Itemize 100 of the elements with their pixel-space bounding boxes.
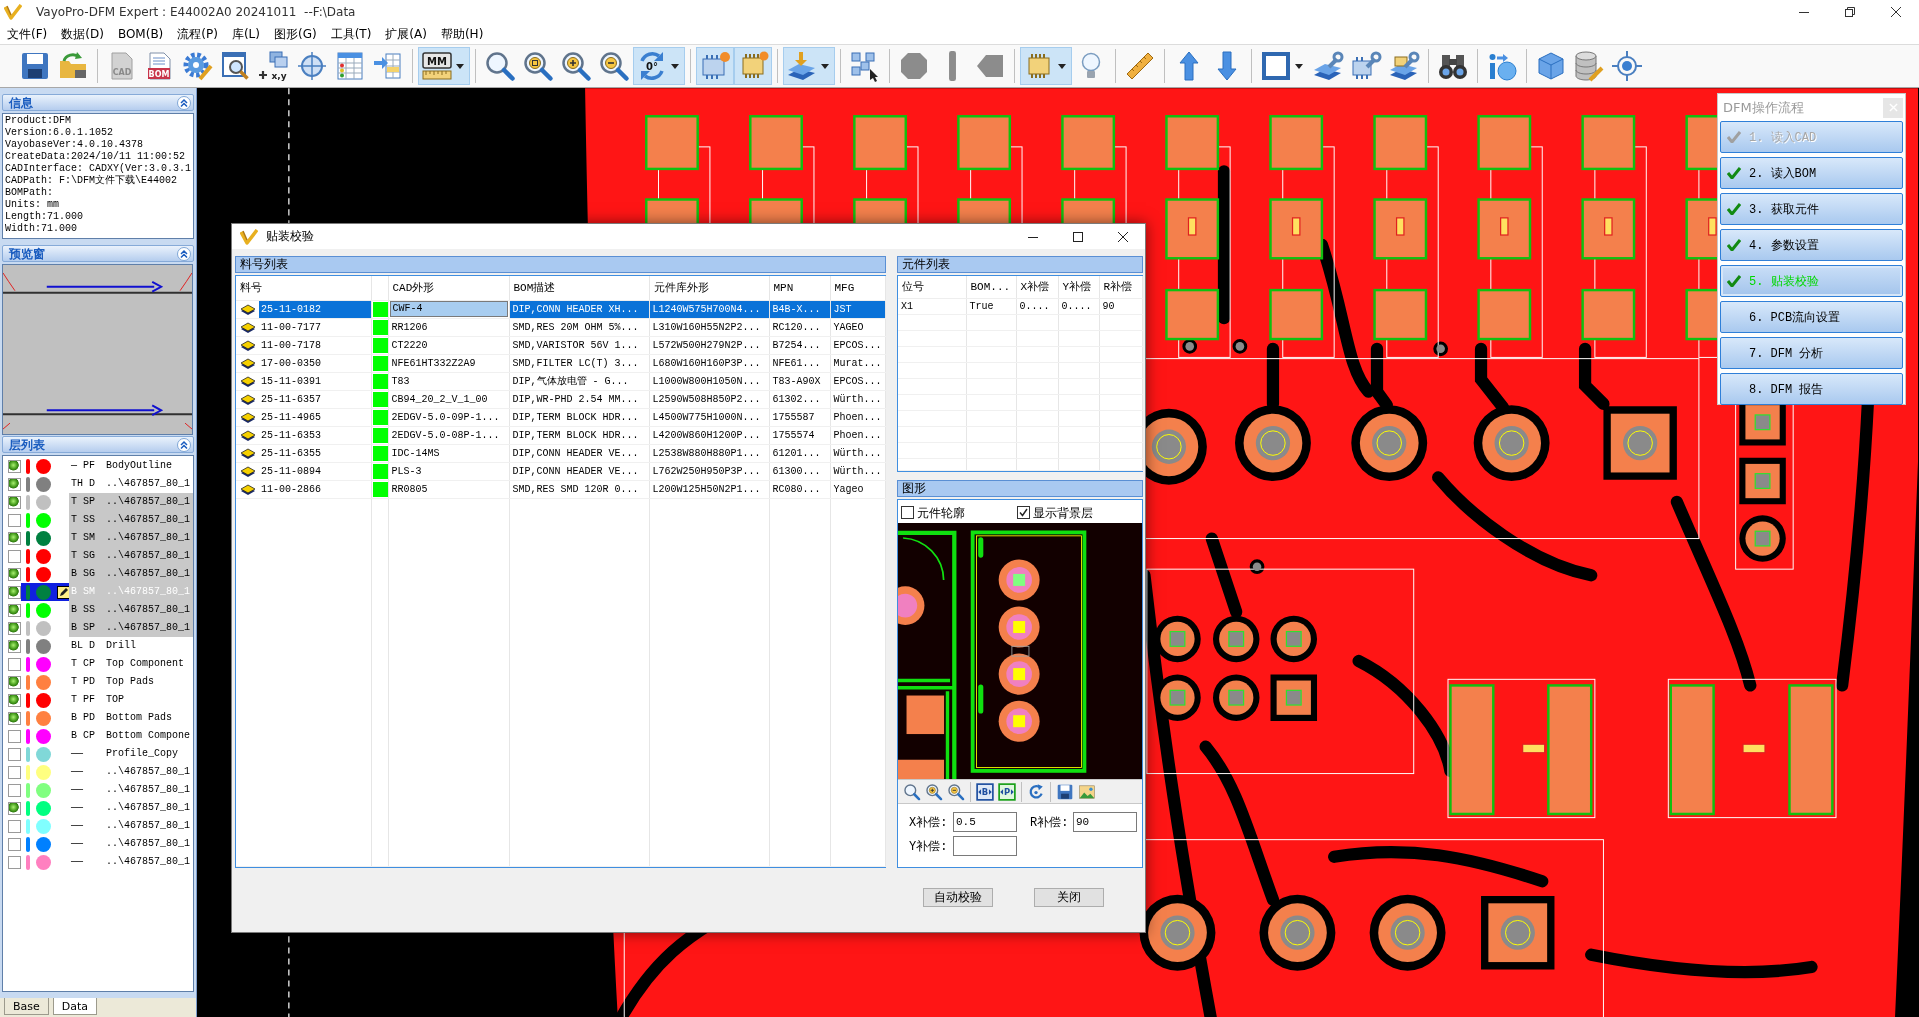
menu-item[interactable]: 数据(D) [54,24,111,44]
layer-visibility-checkbox[interactable] [8,531,21,545]
layer-type[interactable]: B PD [69,709,106,727]
layer-visibility-checkbox[interactable] [8,783,21,797]
column-header[interactable]: Y补偿 [1058,276,1099,298]
layer-type[interactable]: —— [69,835,106,853]
cad-shape-edit-field[interactable]: CWF-4 [389,301,508,317]
layer-name[interactable]: ..\467857_80_1 [106,601,193,619]
layer-name[interactable]: ..\467857_80_1 [106,475,193,493]
checkbox[interactable] [901,506,914,520]
layer-type[interactable]: T CP [69,655,106,673]
workflow-step-button[interactable]: 6. PCB流向设置 [1720,301,1903,333]
layer-name[interactable]: ..\467857_80_1 [106,511,193,529]
collapse-icon[interactable] [177,95,191,110]
layer-type[interactable]: —— [69,799,106,817]
collapse-icon[interactable] [177,246,191,261]
layer-visibility-checkbox[interactable] [8,603,21,617]
layer-name[interactable]: Top Pads [106,673,193,691]
layer-visibility-checkbox[interactable] [8,567,21,581]
part-number[interactable]: 11-00-2866 [259,480,371,498]
part-number[interactable]: 11-00-7177 [259,318,371,336]
menu-item[interactable]: 扩展(A) [378,24,434,44]
column-header[interactable]: CAD外形 [388,276,509,300]
units-button[interactable]: MM [418,47,470,85]
layer-visibility-checkbox[interactable] [8,513,21,527]
layer-visibility-checkbox[interactable] [8,657,21,671]
layer-type[interactable]: —— [69,817,106,835]
compensation-field[interactable] [953,836,1017,856]
menu-item[interactable]: 帮助(H) [433,24,491,44]
layer-name[interactable]: Drill [106,637,193,655]
dialog-button[interactable]: 关闭 [1034,888,1104,907]
panel-tab[interactable]: Data [52,998,98,1015]
layer-type[interactable]: B SG [69,565,106,583]
layer-visibility-checkbox[interactable] [8,765,21,779]
layer-type[interactable]: T PD [69,673,106,691]
part-number[interactable]: 25-11-0894 [259,462,371,480]
layer-name[interactable]: BodyOutline [106,457,193,475]
layer-visibility-checkbox[interactable] [8,711,21,725]
layer-name[interactable]: ..\467857_80_1 [106,619,193,637]
fit-part-button[interactable]: P [996,780,1018,803]
column-header[interactable]: 元件库外形 [649,276,769,300]
layer-name[interactable]: ..\467857_80_1 [106,817,193,835]
layer-visibility-checkbox[interactable] [8,747,21,761]
layer-visibility-checkbox[interactable] [8,819,21,833]
layer-visibility-checkbox[interactable] [8,549,21,563]
layer-visibility-checkbox[interactable] [8,675,21,689]
layer-name[interactable]: ..\467857_80_1 [106,547,193,565]
layer-name[interactable]: ..\467857_80_1 [106,529,193,547]
layer-type[interactable]: T SG [69,547,106,565]
part-number[interactable]: 15-11-0391 [259,372,371,390]
layer-name[interactable]: ..\467857_80_1 [106,781,193,799]
column-header[interactable]: R补偿 [1099,276,1142,298]
component-button[interactable] [696,47,734,85]
layer-visibility-checkbox[interactable] [8,801,21,815]
menu-item[interactable]: 库(L) [224,24,267,44]
dialog-button[interactable]: 自动校验 [923,888,993,907]
layer-name[interactable]: ..\467857_80_1 [106,493,193,511]
part-number[interactable]: 11-00-7178 [259,336,371,354]
workflow-step-button[interactable]: 3. 获取元件 [1720,193,1903,225]
layer-visibility-checkbox[interactable] [8,495,21,509]
panel-tab[interactable]: Base [4,998,49,1015]
layer-visibility-checkbox[interactable] [8,477,21,491]
layers-button[interactable] [783,47,835,85]
component-alt-button[interactable] [734,47,772,85]
column-header[interactable]: MPN [769,276,830,300]
part-number[interactable]: 25-11-6353 [259,426,371,444]
layer-type[interactable]: —— [69,745,106,763]
layer-visibility-checkbox[interactable] [8,855,21,869]
layer-type[interactable]: —— [69,781,106,799]
menu-item[interactable]: 工具(T) [323,24,379,44]
compensation-field[interactable]: 90 [1073,812,1137,832]
checkbox[interactable] [1017,506,1030,520]
column-header[interactable]: BOM... [966,276,1016,298]
layer-type[interactable]: T SS [69,511,106,529]
selected-layer-highlight[interactable] [21,583,69,601]
menu-item[interactable]: 文件(F) [0,24,55,44]
layer-visibility-checkbox[interactable] [8,693,21,707]
layer-type[interactable]: T SP [69,493,106,511]
layer-name[interactable]: ..\467857_80_1 [106,853,193,871]
part-number[interactable]: 25-11-4965 [259,408,371,426]
layer-name[interactable]: Profile_Copy [106,745,193,763]
layer-type[interactable]: B CP [69,727,106,745]
layer-type[interactable]: B SP [69,619,106,637]
rotate-button[interactable]: 0° [633,47,685,85]
workflow-step-button[interactable]: 8. DFM 报告 [1720,373,1903,405]
chip-button[interactable] [1020,47,1072,85]
layer-visibility-checkbox[interactable] [8,837,21,851]
layer-name[interactable]: ..\467857_80_1 [106,565,193,583]
part-number[interactable]: 25-11-6355 [259,444,371,462]
layer-name[interactable]: Bottom Compone [106,727,193,745]
layer-name[interactable]: TOP [106,691,193,709]
workflow-step-button[interactable]: 4. 参数设置 [1720,229,1903,261]
layer-visibility-checkbox[interactable] [8,639,21,653]
layer-visibility-checkbox[interactable] [8,729,21,743]
layer-type[interactable]: T PF [69,691,106,709]
part-number[interactable]: 17-00-0350 [259,354,371,372]
compensation-field[interactable]: 0.5 [953,812,1017,832]
column-header[interactable]: 位号 [898,276,966,298]
layer-name[interactable]: Top Component [106,655,193,673]
layer-visibility-checkbox[interactable] [8,621,21,635]
